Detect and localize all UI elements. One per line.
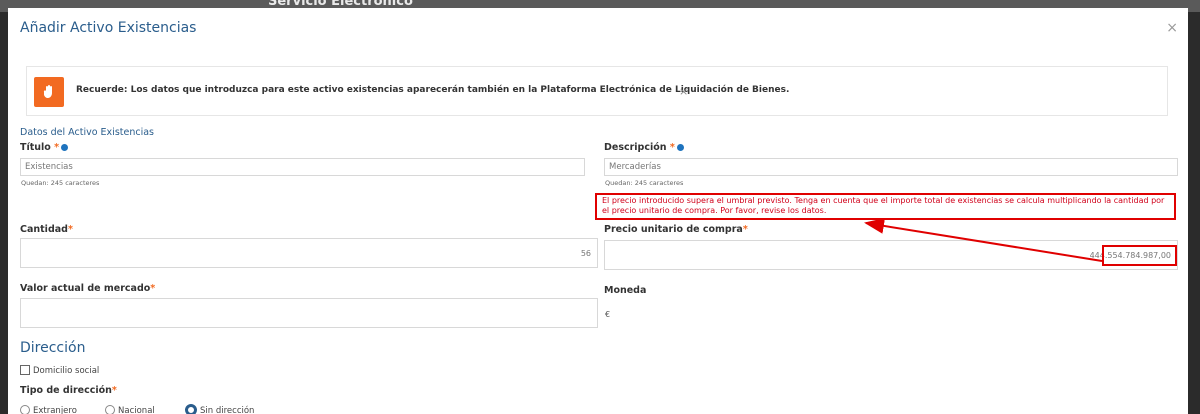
annotation-arrow bbox=[864, 217, 1103, 262]
add-asset-modal: Añadir Activo Existencias × Recuerde: Lo… bbox=[8, 8, 1188, 414]
